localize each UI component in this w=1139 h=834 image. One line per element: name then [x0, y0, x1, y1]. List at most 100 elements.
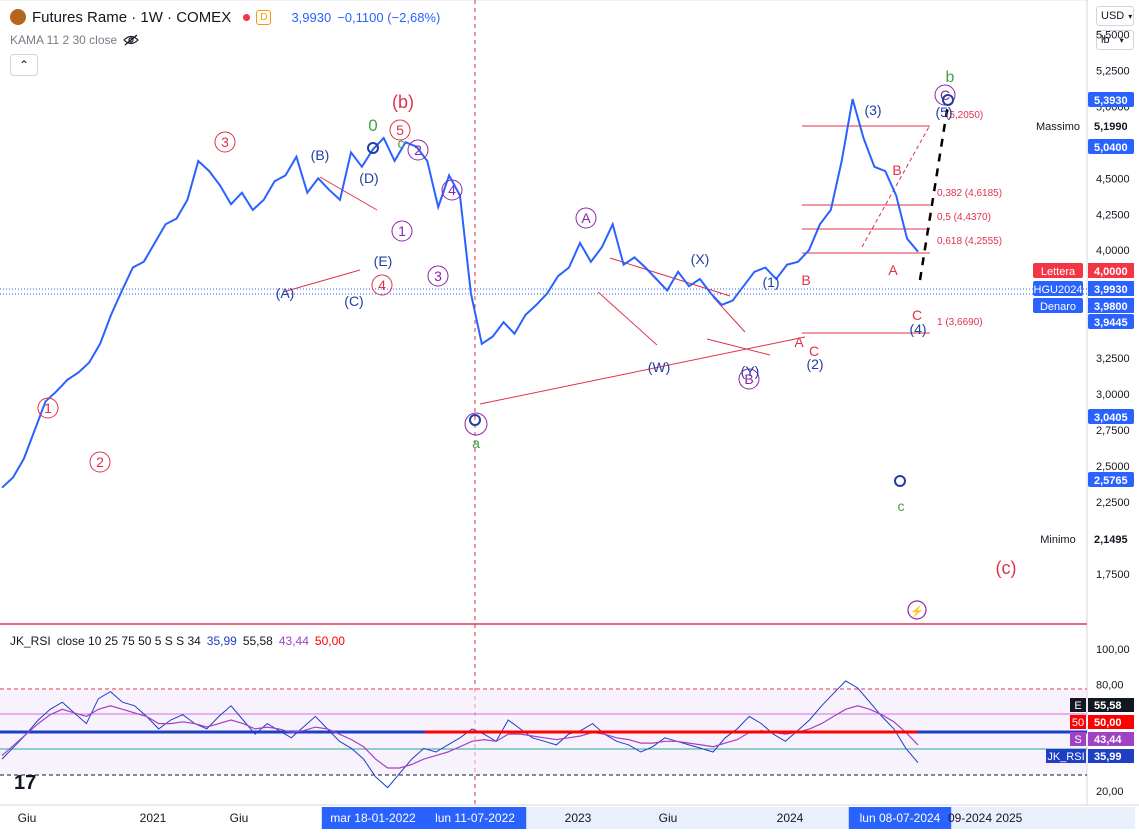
wave-label: c: [898, 498, 905, 514]
price-tag-label: Lettera: [1041, 266, 1076, 278]
rsi-level-name: S: [1074, 734, 1081, 746]
price-tag-label: HGU2024: [1034, 284, 1083, 296]
time-tick-label: 2025: [996, 811, 1023, 825]
rsi-value-1: 35,99: [206, 634, 237, 648]
wave-labels: 1 2 3 4 5 1 2 3 4 A B C (A) (B) (C) (D): [37, 69, 1017, 620]
fib-label: 0,382 (4,6185): [937, 188, 1002, 199]
wave-label: C: [809, 343, 819, 359]
wave-label: 1: [398, 223, 406, 239]
wave-label: (E): [374, 253, 393, 269]
wave-label: 2: [96, 454, 104, 470]
wave-label: 3: [434, 268, 442, 284]
price-tag-label: Minimo: [1040, 534, 1075, 546]
price-tag-value: 5,1990: [1094, 121, 1128, 133]
price-series-line: [1, 98, 919, 489]
price-tag-value: 4,0000: [1094, 266, 1128, 278]
lightning-icon: ⚡: [910, 605, 924, 618]
wave-label: C: [912, 307, 922, 323]
rsi-level-value: 55,58: [1094, 700, 1122, 712]
time-tick-label: lun 08-07-2024: [860, 811, 941, 825]
wave-label: (3): [864, 102, 881, 118]
price-tick-label: 2,5000: [1096, 461, 1130, 473]
wave-label: A: [888, 262, 898, 278]
price-tick-label: 2,2500: [1096, 497, 1130, 509]
price-tick-label: 4,2500: [1096, 209, 1130, 221]
price-tag-label: Massimo: [1036, 121, 1080, 133]
wave-label: 2: [414, 142, 422, 158]
price-tag-value: 3,9800: [1094, 301, 1128, 313]
rsi-level-name: 50: [1072, 717, 1084, 729]
price-tick-label: 4,5000: [1096, 173, 1130, 185]
time-tick-label: lun 11-07-2022: [435, 811, 515, 825]
tradingview-logo-icon[interactable]: 17: [14, 772, 36, 795]
wave-label: (B): [311, 147, 330, 163]
price-tick-label: 5,5000: [1096, 29, 1130, 41]
time-tick-label: 2024: [777, 811, 804, 825]
price-labels: 5,3930 Massimo 5,1990 5,0400 Lettera 4,0000 HG…: [1033, 92, 1134, 546]
time-tick-label: Giu: [659, 811, 678, 825]
price-tick-label: 5,2500: [1096, 65, 1130, 77]
wave-label: A: [581, 210, 591, 226]
time-tick-label: 2023: [565, 811, 592, 825]
price-tag-label: Denaro: [1040, 301, 1076, 313]
rsi-tick-label: 20,00: [1096, 786, 1124, 798]
time-tick-label: Giu: [18, 811, 37, 825]
price-tag-value: 2,5765: [1094, 475, 1128, 487]
wave-label: (D): [359, 170, 378, 186]
fib-labels: (5,2050) 0,382 (4,6185) 0,5 (4,4370) 0,6…: [937, 110, 1002, 328]
wave-marker-circle: [894, 475, 906, 487]
rsi-value-3: 43,44: [278, 634, 309, 648]
wave-label: (5): [935, 104, 952, 120]
fib-label: 0,5 (4,4370): [937, 212, 991, 223]
wave-label: b: [946, 69, 955, 86]
fib-levels: [802, 125, 930, 334]
time-tick-label: Giu: [230, 811, 249, 825]
rsi-tick-label: 80,00: [1096, 679, 1124, 691]
wave-label: (c): [996, 558, 1017, 578]
wave-label: 3: [221, 134, 229, 150]
rsi-level-value: 43,44: [1094, 734, 1122, 746]
rsi-params: close 10 25 75 50 5 S S 34: [56, 634, 201, 648]
wave-label: (W): [648, 359, 671, 375]
price-tick-label: 3,0000: [1096, 389, 1130, 401]
price-tag-value: 3,9445: [1094, 317, 1128, 329]
rsi-legend[interactable]: JK_RSI close 10 25 75 50 5 S S 34 35,99 …: [10, 634, 345, 648]
price-chart[interactable]: (5,2050) 0,382 (4,6185) 0,5 (4,4370) 0,6…: [0, 0, 1139, 834]
price-tag-value: 5,0400: [1094, 142, 1128, 154]
time-tick-label: 2021: [140, 811, 167, 825]
fib-label: 1 (3,6690): [937, 317, 983, 328]
price-tag-value: 2,1495: [1094, 534, 1128, 546]
wave-label: (1): [762, 274, 779, 290]
wave-label: a: [472, 435, 480, 451]
price-tag-value: 5,3930: [1094, 95, 1128, 107]
price-tag-value: 3,0405: [1094, 412, 1128, 424]
price-tick-label: 4,0000: [1096, 245, 1130, 257]
time-tick-label: mar 18-01-2022: [330, 811, 416, 825]
wave-label: A: [794, 334, 804, 350]
wave-label: 1: [44, 400, 52, 416]
price-tick-label: 1,7500: [1096, 569, 1130, 581]
wave-label: (b): [392, 92, 414, 112]
wave-label: (C): [344, 293, 363, 309]
wave-label: c: [398, 135, 405, 151]
fib-label: 0,618 (4,2555): [937, 236, 1002, 247]
time-axis: Giu 2021 Giu mar 18-01-2022 lun 11-07-2022 20…: [18, 807, 1135, 829]
wave-label: (Y): [741, 363, 760, 379]
wave-label: B: [801, 272, 810, 288]
rsi-level-name: E: [1074, 700, 1081, 712]
rsi-tick-label: 100,00: [1096, 644, 1130, 656]
rsi-value-2: 55,58: [242, 634, 273, 648]
wave-label: 0: [368, 116, 377, 135]
wave-label: (4): [909, 321, 926, 337]
wave-label: (A): [276, 285, 295, 301]
rsi-level-value: 35,99: [1094, 751, 1122, 763]
rsi-value-4: 50,00: [314, 634, 345, 648]
rsi-level-name: JK_RSI: [1047, 751, 1084, 763]
rsi-level-value: 50,00: [1094, 717, 1122, 729]
wave-label: 4: [448, 182, 456, 198]
wave-label: 4: [378, 277, 386, 293]
time-tick-label: 09-2024: [948, 811, 992, 825]
wave-label: (X): [691, 251, 710, 267]
price-tick-label: 3,2500: [1096, 353, 1130, 365]
price-tag-value: 3,9930: [1094, 284, 1128, 296]
